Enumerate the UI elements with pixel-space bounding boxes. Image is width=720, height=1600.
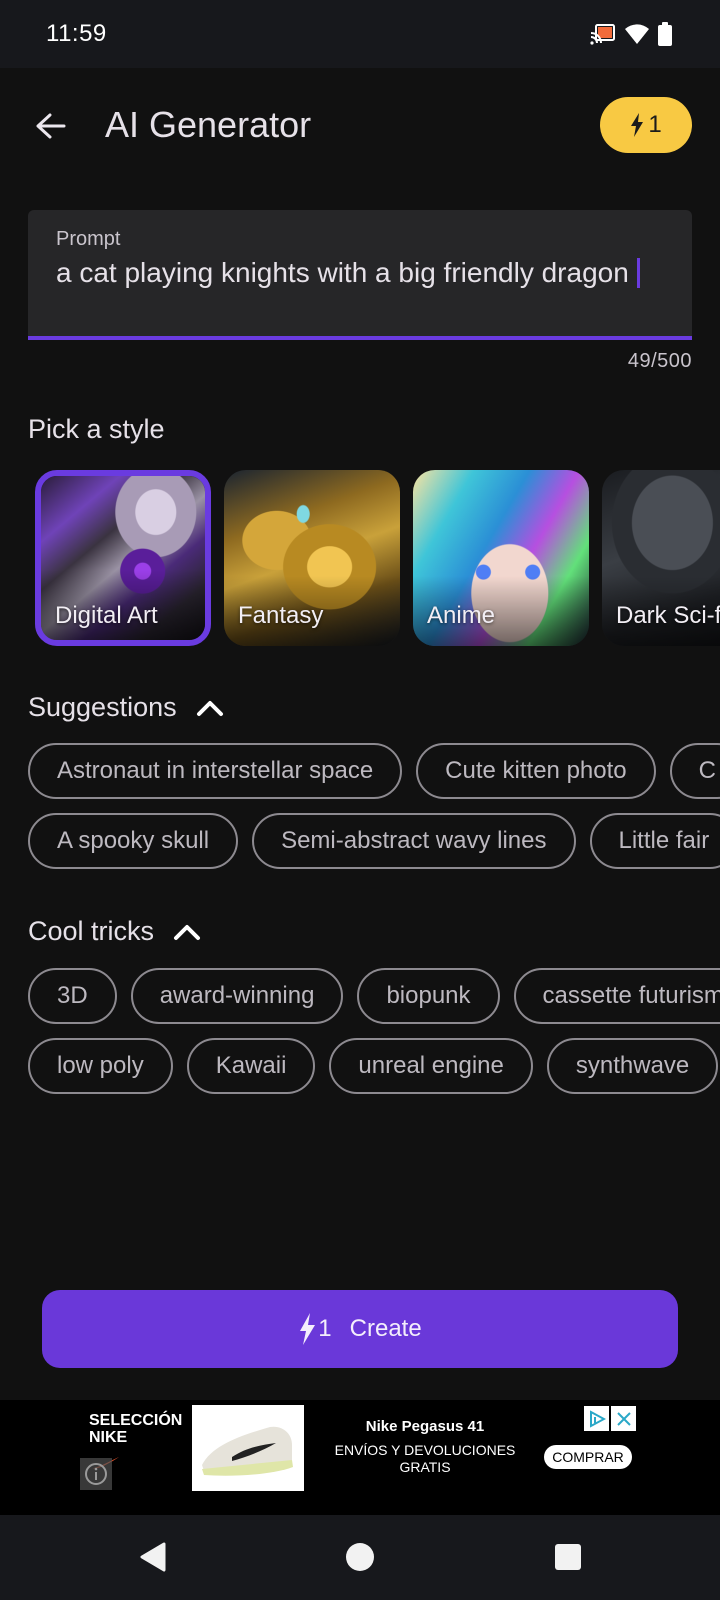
info-icon [85, 1463, 107, 1485]
ad-banner[interactable]: SELECCIÓN NIKE Nike Pegasus 41 ENVÍOS Y … [0, 1400, 720, 1515]
credits-badge[interactable]: 1 [600, 97, 692, 153]
square-recents-icon [555, 1544, 581, 1570]
suggestion-chip[interactable]: A spooky skull [28, 813, 239, 869]
suggestion-chip[interactable]: Little fair [589, 813, 720, 869]
nav-back-button[interactable] [133, 1537, 173, 1577]
style-label: Dark Sci-fi [616, 602, 720, 629]
arrow-left-icon [36, 113, 66, 139]
trick-chip[interactable]: biopunk [357, 968, 500, 1024]
tricks-row-2: low poly Kawaii unreal engine synthwave [28, 1038, 719, 1094]
character-counter: 49/500 [627, 350, 692, 372]
page-title: AI Generator [105, 104, 312, 145]
close-icon [616, 1411, 631, 1426]
chevron-up-icon[interactable] [195, 698, 225, 718]
circle-home-icon [346, 1543, 374, 1571]
style-card-fantasy[interactable]: Fantasy [224, 470, 400, 646]
status-time: 11:59 [46, 20, 107, 47]
style-card-anime[interactable]: Anime [413, 470, 589, 646]
suggestions-row-1: Astronaut in interstellar space Cute kit… [28, 743, 720, 799]
prompt-text: a cat playing knights with a big friendl… [56, 257, 629, 288]
cast-icon [590, 24, 615, 45]
trick-chip[interactable]: cassette futurism [513, 968, 720, 1024]
style-card-digital-art[interactable]: Digital Art [35, 470, 211, 646]
prompt-value[interactable]: a cat playing knights with a big friendl… [56, 256, 656, 289]
suggestions-title: Suggestions [28, 692, 177, 722]
create-button[interactable]: 1 Create [42, 1290, 678, 1368]
trick-chip[interactable]: award-winning [130, 968, 344, 1024]
ad-cta-button[interactable]: COMPRAR [544, 1445, 632, 1469]
credits-count: 1 [648, 111, 662, 138]
ad-subtitle: ENVÍOS Y DEVOLUCIONES GRATIS [334, 1442, 516, 1475]
style-card-dark-sci-fi[interactable]: Dark Sci-fi [602, 470, 720, 646]
back-button[interactable] [30, 106, 70, 146]
suggestions-row-2: A spooky skull Semi-abstract wavy lines … [28, 813, 720, 869]
ad-close-button[interactable] [611, 1406, 636, 1431]
ad-product-image[interactable] [192, 1405, 304, 1491]
ad-choices [584, 1406, 636, 1431]
trick-chip[interactable]: unreal engine [329, 1038, 533, 1094]
ad-brand: SELECCIÓN NIKE [89, 1412, 183, 1446]
shoe-image [202, 1426, 293, 1476]
ad-title: Nike Pegasus 41 [365, 1418, 485, 1435]
text-caret [636, 258, 640, 288]
battery-icon [658, 22, 672, 46]
adchoices-icon [589, 1409, 606, 1428]
trick-chip[interactable]: Kawaii [186, 1038, 316, 1094]
status-icons [590, 22, 672, 46]
style-carousel[interactable]: Digital Art Fantasy Anime Dark Sci-fi [0, 470, 720, 646]
suggestion-chip[interactable]: Astronaut in interstellar space [28, 743, 403, 799]
status-bar: 11:59 [0, 0, 720, 68]
create-cost: 1 [298, 1313, 332, 1345]
create-label: Create [349, 1315, 422, 1342]
tricks-title: Cool tricks [28, 916, 155, 946]
trick-chip[interactable]: 3D [28, 968, 117, 1024]
nav-home-button[interactable] [340, 1537, 380, 1577]
prompt-label: Prompt [56, 228, 121, 250]
ad-info-button[interactable] [80, 1458, 112, 1490]
suggestion-chip[interactable]: Cute kitten photo [416, 743, 656, 799]
lightning-icon [631, 113, 644, 137]
prompt-input[interactable]: Prompt a cat playing knights with a big … [28, 210, 692, 340]
tricks-header[interactable]: Cool tricks [28, 916, 202, 947]
chevron-up-icon[interactable] [172, 922, 202, 942]
pick-style-title: Pick a style [28, 414, 165, 445]
suggestion-chip[interactable]: C [669, 743, 720, 799]
suggestions-header[interactable]: Suggestions [28, 692, 225, 723]
lightning-icon [300, 1313, 316, 1345]
create-cost-value: 1 [318, 1315, 332, 1342]
wifi-icon [625, 24, 649, 44]
nav-recents-button[interactable] [548, 1537, 588, 1577]
app-header: AI Generator 1 [0, 68, 720, 188]
adchoices-button[interactable] [584, 1406, 609, 1431]
style-label: Anime [427, 602, 496, 629]
trick-chip[interactable]: low poly [28, 1038, 173, 1094]
pick-style-label: Pick a style [28, 414, 165, 444]
style-label: Digital Art [55, 602, 158, 629]
suggestion-chip[interactable]: Semi-abstract wavy lines [252, 813, 576, 869]
triangle-back-icon [140, 1542, 166, 1572]
trick-chip[interactable]: synthwave [546, 1038, 719, 1094]
style-label: Fantasy [238, 602, 324, 629]
tricks-row-1: 3D award-winning biopunk cassette futuri… [28, 968, 720, 1024]
system-nav-bar [0, 1515, 720, 1600]
